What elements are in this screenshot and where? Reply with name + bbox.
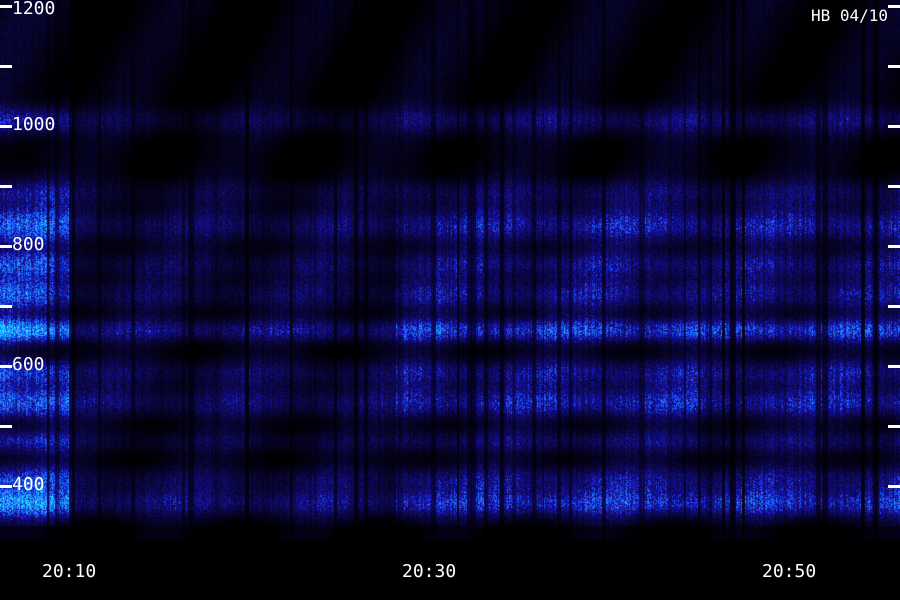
y-tick-right: [888, 305, 900, 308]
y-tick-left: [0, 5, 12, 8]
y-tick-left: [0, 125, 12, 128]
y-tick-label: 600: [12, 354, 45, 375]
y-tick-left: [0, 185, 12, 188]
y-tick-label: 400: [12, 474, 45, 495]
spectrogram-image: [0, 0, 900, 600]
y-tick-right: [888, 365, 900, 368]
x-tick-label: 20:10: [42, 561, 97, 582]
y-tick-label: 800: [12, 234, 45, 255]
y-tick-left: [0, 485, 12, 488]
y-tick-right: [888, 65, 900, 68]
y-tick-left: [0, 65, 12, 68]
y-tick-right: [888, 185, 900, 188]
y-tick-right: [888, 125, 900, 128]
x-tick-label: 20:30: [402, 561, 457, 582]
y-tick-right: [888, 485, 900, 488]
y-tick-left: [0, 365, 12, 368]
y-tick-right: [888, 425, 900, 428]
y-tick-right: [888, 245, 900, 248]
y-tick-left: [0, 305, 12, 308]
y-tick-label: 1200: [12, 0, 56, 19]
y-tick-left: [0, 245, 12, 248]
y-tick-left: [0, 425, 12, 428]
y-tick-label: 1000: [12, 114, 56, 135]
x-tick-label: 20:50: [762, 561, 817, 582]
spectrogram-display: 400 600 800 1000 1200 20:10 20:30 20:50 HB 04/1…: [0, 0, 900, 600]
station-date-label: HB 04/10: [810, 6, 888, 25]
y-tick-right: [888, 5, 900, 8]
